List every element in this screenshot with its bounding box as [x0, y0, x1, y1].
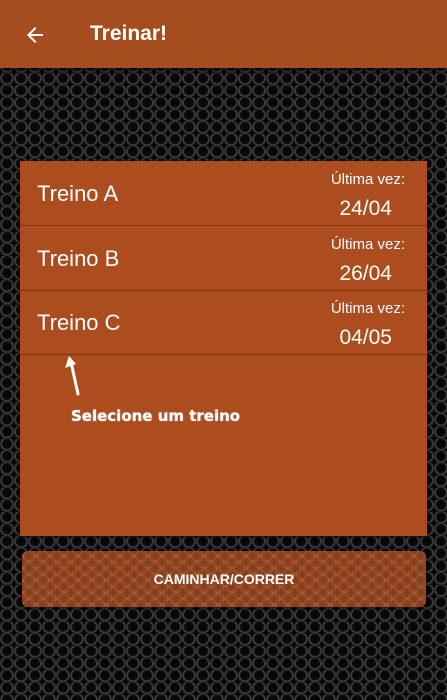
workout-item-c[interactable]: Treino C Última vez: 04/05: [20, 290, 427, 355]
workout-name: Treino A: [37, 181, 119, 206]
last-time-label: Última vez:: [330, 300, 405, 317]
workout-name: Treino B: [37, 246, 120, 271]
last-time-date: 24/04: [339, 197, 392, 220]
arrow-left-icon: [27, 27, 43, 43]
arrow-up-icon: [65, 356, 80, 396]
workout-name: Treino C: [37, 310, 121, 335]
last-time-date: 04/05: [339, 326, 392, 349]
last-time-label: Última vez:: [330, 236, 405, 253]
workout-list-card: Treino A Última vez: 24/04 Treino B Últi…: [20, 161, 427, 536]
page-title: Treinar!: [90, 22, 168, 45]
app-bar: Treinar!: [0, 0, 447, 68]
back-button[interactable]: [18, 18, 52, 52]
walk-run-button[interactable]: CAMINHAR/CORRER: [22, 551, 426, 607]
workout-item-b[interactable]: Treino B Última vez: 26/04: [20, 226, 427, 291]
hint-text: Selecione um treino: [71, 407, 241, 425]
workout-item-a[interactable]: Treino A Última vez: 24/04: [20, 161, 427, 226]
last-time-date: 26/04: [339, 262, 392, 285]
last-time-label: Última vez:: [330, 171, 405, 188]
